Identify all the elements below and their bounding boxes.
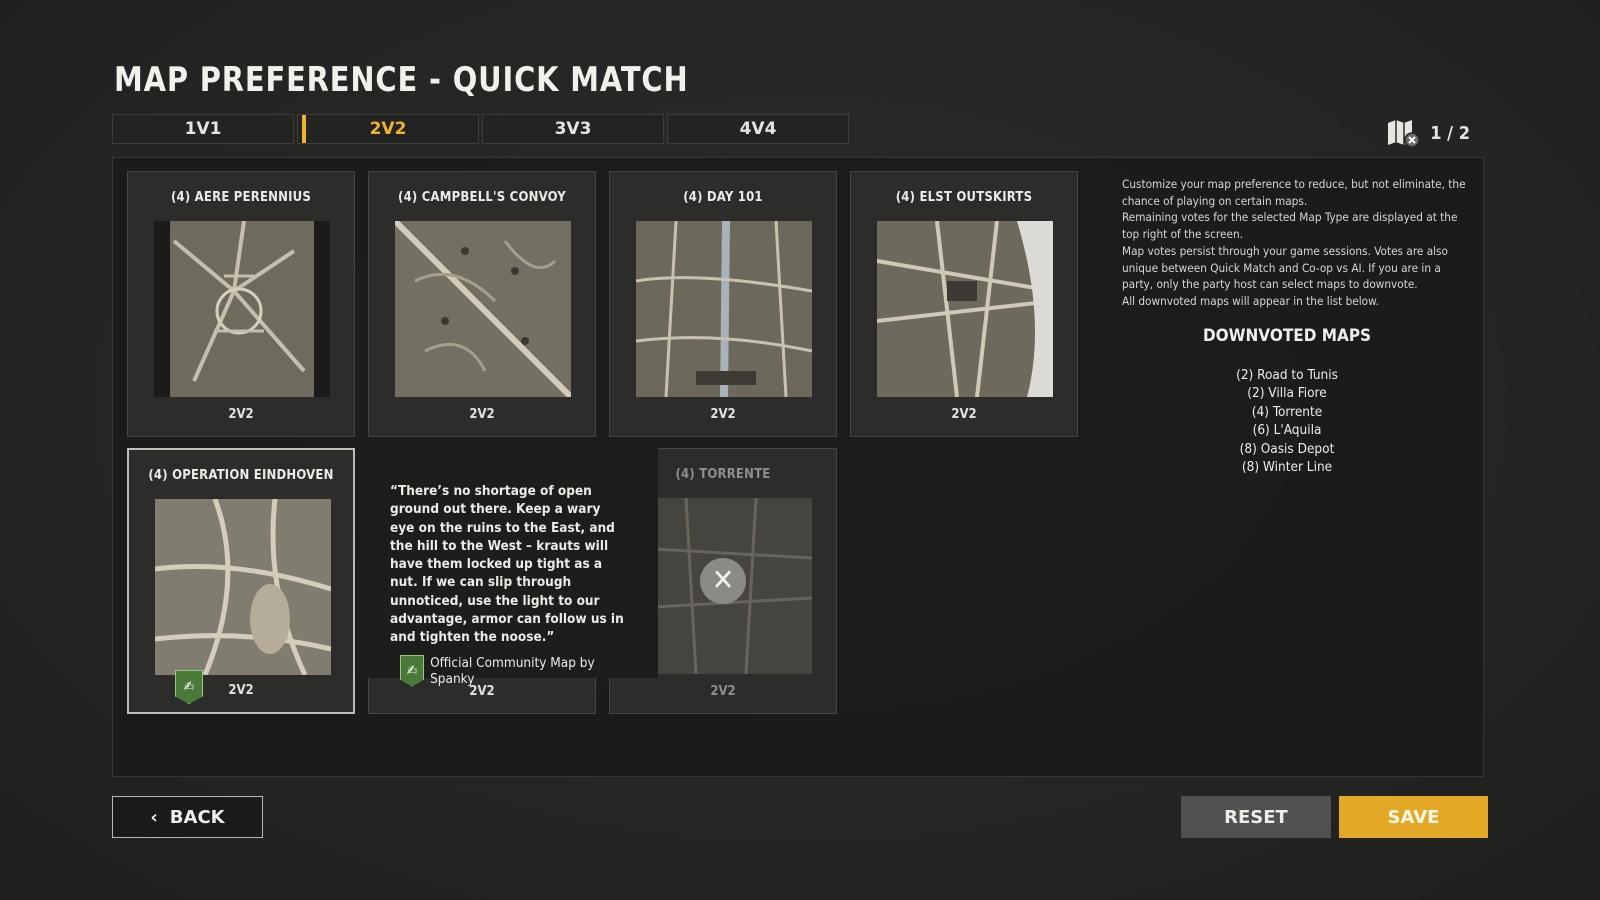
tab-2v2[interactable]: 2V2 bbox=[297, 114, 479, 144]
info-line: Remaining votes for the selected Map Typ… bbox=[1122, 210, 1458, 242]
downvoted-map-item: (8) Winter Line bbox=[1241, 459, 1333, 476]
tab-4v4[interactable]: 4V4 bbox=[667, 114, 849, 144]
map-card-selected[interactable]: (4) OPERATION EINDHOVEN ✍ 2V2 bbox=[127, 448, 355, 714]
downvoted-maps-title: DOWNVOTED MAPS bbox=[1202, 326, 1372, 346]
reset-button[interactable]: RESET bbox=[1181, 796, 1331, 838]
map-name: (4) OPERATION EINDHOVEN bbox=[148, 468, 334, 483]
map-name: (4) ELST OUTSKIRTS bbox=[895, 190, 1033, 205]
map-name: (4) CAMPBELL'S CONVOY bbox=[398, 190, 566, 205]
back-button[interactable]: ‹ BACK bbox=[112, 796, 263, 838]
info-line: All downvoted maps will appear in the li… bbox=[1122, 293, 1379, 308]
map-card[interactable]: (4) DAY 101 2V2 bbox=[609, 171, 837, 437]
map-thumbnail bbox=[154, 221, 330, 397]
save-button[interactable]: SAVE bbox=[1339, 796, 1488, 838]
downvoted-map-item: (4) Torrente bbox=[1251, 403, 1323, 420]
map-mode: 2V2 bbox=[228, 407, 254, 422]
map-mode: 2V2 bbox=[469, 407, 495, 422]
downvoted-map-item: (6) L'Aquila bbox=[1252, 422, 1322, 439]
chevron-left-icon: ‹ bbox=[150, 806, 158, 828]
info-line: Customize your map preference to reduce,… bbox=[1122, 177, 1466, 208]
map-mode: 2V2 bbox=[228, 683, 254, 698]
downvoted-maps-list: (2) Road to Tunis (2) Villa Fiore (4) To… bbox=[1122, 366, 1452, 476]
downvoted-map-item: (2) Road to Tunis bbox=[1236, 367, 1338, 383]
page-title: MAP PREFERENCE - QUICK MATCH bbox=[114, 60, 689, 100]
tab-3v3[interactable]: 3V3 bbox=[482, 114, 664, 144]
map-description: “There’s no shortage of open ground out … bbox=[390, 483, 624, 646]
map-card[interactable]: (4) CAMPBELL'S CONVOY 2V2 bbox=[368, 171, 596, 437]
map-thumbnail bbox=[877, 221, 1053, 397]
map-description-tooltip: “There’s no shortage of open ground out … bbox=[357, 448, 658, 687]
map-thumbnail bbox=[636, 221, 812, 397]
map-mode: 2V2 bbox=[710, 407, 736, 422]
downvoted-icon: ✕ bbox=[700, 558, 746, 604]
mode-tabs: 1V1 2V2 3V3 4V4 bbox=[112, 114, 849, 144]
votes-remaining: 1 / 2 bbox=[1386, 118, 1470, 148]
map-card[interactable]: (4) ELST OUTSKIRTS 2V2 bbox=[850, 171, 1078, 437]
community-credit: ✍ Official Community Map by Spanky bbox=[400, 654, 626, 687]
downvoted-map-item: (2) Villa Fiore bbox=[1247, 385, 1327, 402]
info-text: Customize your map preference to reduce,… bbox=[1122, 176, 1472, 310]
community-credit-text: Official Community Map by Spanky bbox=[430, 654, 595, 687]
map-thumbnail bbox=[155, 499, 331, 675]
votes-counter: 1 / 2 bbox=[1430, 122, 1470, 144]
info-line: Map votes persist through your game sess… bbox=[1122, 243, 1448, 292]
map-mode: 2V2 bbox=[710, 684, 736, 699]
map-card[interactable]: (4) AERE PERENNIUS 2V2 bbox=[127, 171, 355, 437]
map-name: (4) AERE PERENNIUS bbox=[170, 190, 311, 205]
map-downvote-icon bbox=[1386, 118, 1421, 148]
downvoted-map-item: (8) Oasis Depot bbox=[1239, 440, 1335, 457]
community-map-icon: ✍ bbox=[400, 654, 425, 687]
map-name: (4) DAY 101 bbox=[683, 190, 763, 205]
back-label: BACK bbox=[169, 806, 225, 828]
map-mode: 2V2 bbox=[951, 407, 977, 422]
map-thumbnail bbox=[395, 221, 571, 397]
tab-1v1[interactable]: 1V1 bbox=[112, 114, 294, 144]
